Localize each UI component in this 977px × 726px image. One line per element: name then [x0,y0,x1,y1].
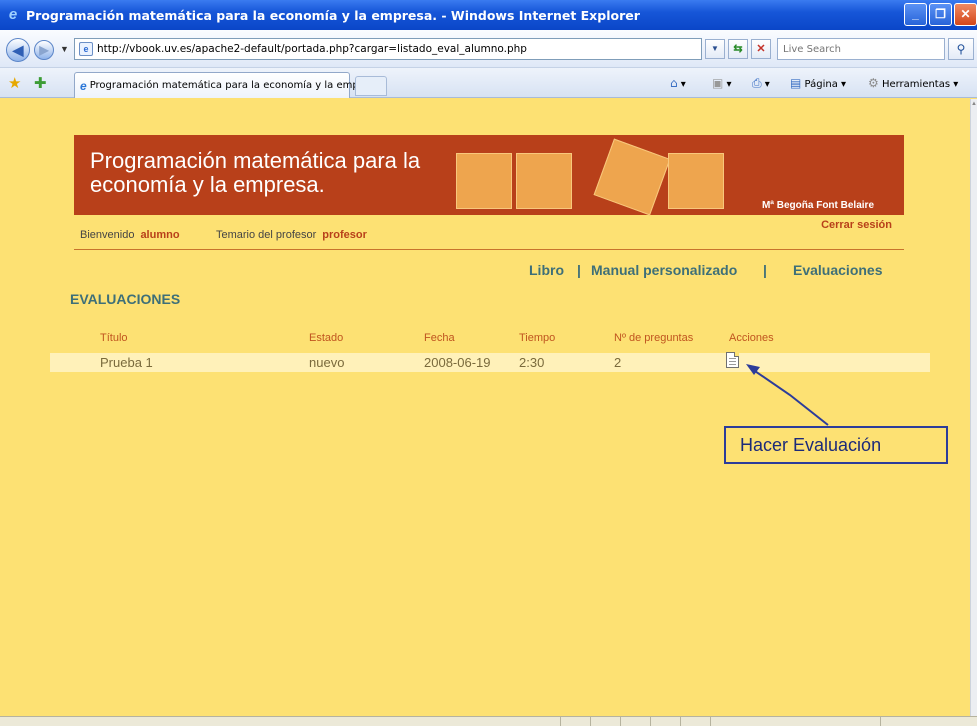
banner-square-decoration [593,138,671,216]
column-header-fecha: Fecha [424,332,455,344]
scroll-up-icon[interactable]: ▲ [971,101,977,107]
column-header-acciones: Acciones [729,332,774,344]
page-menu-icon: ▤ [790,76,802,90]
cell-fecha: 2008-06-19 [424,355,491,370]
cell-titulo: Prueba 1 [100,355,153,370]
url-input[interactable] [97,43,667,55]
address-toolbar: ◀ ▶ ▼ e ▼ ⇆ ✕ ⚲ [0,30,977,68]
banner-square-decoration [456,153,512,209]
maximize-button[interactable]: ❐ [929,3,952,26]
ie-logo-icon: e [8,6,18,23]
column-header-preguntas: Nº de preguntas [614,332,694,344]
nav-evaluations-link[interactable]: Evaluaciones [793,262,883,278]
cell-preguntas: 2 [614,355,622,370]
status-bar [0,716,977,726]
tab-page-icon: e [80,78,87,93]
address-dropdown-icon[interactable]: ▼ [705,39,725,59]
tab-toolbar: ★ ✚ e Programación matemática para la ec… [0,68,977,98]
stop-icon[interactable]: ✕ [751,39,771,59]
add-favorites-icon[interactable]: ✚ [34,74,47,92]
tab-active[interactable]: e Programación matemática para la econom… [74,72,371,98]
back-button[interactable]: ◀ [6,38,30,62]
logout-link[interactable]: Cerrar sesión [821,219,892,231]
column-header-estado: Estado [309,332,344,344]
cell-estado: nuevo [309,355,345,370]
print-icon[interactable]: ⎙ ▾ [752,76,770,91]
forward-button[interactable]: ▶ [34,40,54,60]
site-title: Programación matemática para la economía… [90,148,421,197]
search-input[interactable] [778,39,938,60]
search-box[interactable] [777,38,945,60]
banner-square-decoration [668,153,724,209]
tab-label: Programación matemática para la economía… [89,80,372,91]
vertical-scrollbar[interactable]: ▲ [970,99,977,716]
syllabus-user: profesor [322,229,367,241]
page-icon: e [79,42,93,56]
favorites-star-icon[interactable]: ★ [8,74,21,92]
welcome-user: alumno [140,229,180,241]
cell-tiempo: 2:30 [519,355,545,370]
refresh-icon[interactable]: ⇆ [728,39,748,59]
nav-separator: | [763,262,767,278]
callout-label: Hacer Evaluación [724,426,948,464]
author-name: Mª Begoña Font Belaire [761,200,874,211]
address-field[interactable]: e [74,38,702,60]
banner-square-decoration [516,153,572,209]
new-tab-button[interactable] [355,76,387,96]
column-header-tiempo: Tiempo [519,332,556,344]
syllabus-text: Temario del profesor profesor [216,229,367,241]
gear-icon: ⚙ [868,76,879,90]
nav-manual-link[interactable]: Manual personalizado [591,262,737,278]
tools-menu[interactable]: ⚙ Herramientas ▾ [868,76,958,90]
minimize-button[interactable]: _ [904,3,927,26]
page-menu[interactable]: ▤ Página ▾ [790,76,846,90]
window-controls: _ ❐ ✕ [904,3,977,26]
nav-separator: | [577,262,581,278]
page-viewport: Programación matemática para la economía… [0,99,970,716]
window-title: Programación matemática para la economía… [26,7,640,23]
search-icon[interactable]: ⚲ [948,38,974,60]
history-dropdown-icon[interactable]: ▼ [60,44,69,54]
home-icon[interactable]: ⌂ ▾ [670,76,686,90]
user-bar: Bienvenido alumno Temario del profesor pro… [74,215,904,250]
column-header-titulo: Título [100,332,128,344]
nav-book-link[interactable]: Libro [529,262,564,278]
feeds-icon[interactable]: ▣ ▾ [712,76,732,90]
page-title: EVALUACIONES [70,291,181,307]
welcome-text: Bienvenido alumno [80,229,180,241]
close-button[interactable]: ✕ [954,3,977,26]
window-titlebar: e Programación matemática para la econom… [0,0,977,30]
site-banner: Programación matemática para la economía… [74,135,904,216]
document-icon[interactable] [726,352,739,368]
